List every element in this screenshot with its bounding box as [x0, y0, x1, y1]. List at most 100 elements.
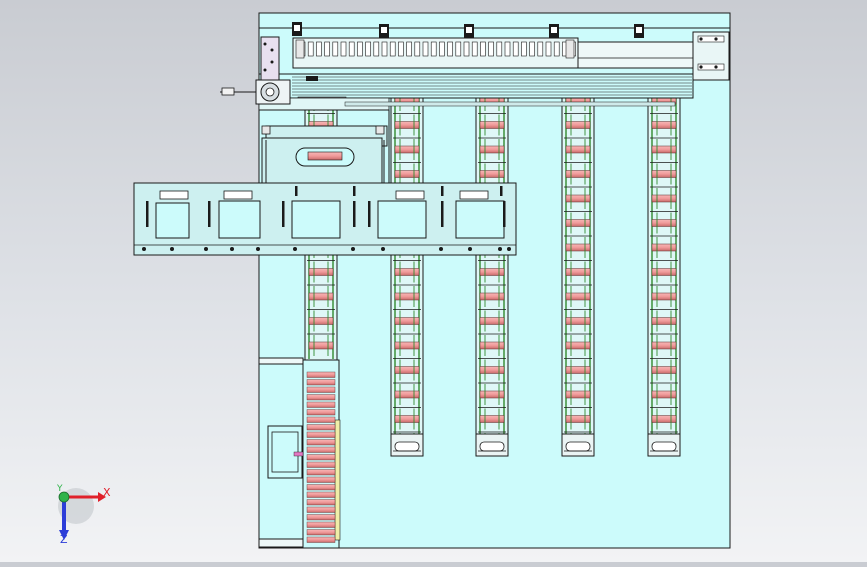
infeed-roller: [306, 476, 336, 483]
plate-slot: [295, 186, 298, 196]
roller: [565, 121, 591, 129]
infeed-roller: [306, 371, 336, 378]
rack-tooth: [316, 41, 322, 57]
rack-end: [295, 39, 305, 59]
roller: [651, 292, 677, 301]
sprocket-hub: [651, 441, 677, 452]
roller: [479, 292, 505, 301]
infeed-roller: [306, 431, 336, 438]
infeed-roller: [306, 446, 336, 453]
roller: [479, 145, 505, 154]
linear-module[interactable]: [258, 27, 731, 111]
gripper-plate[interactable]: [133, 182, 517, 256]
plate-bolt: [498, 247, 502, 251]
infeed-roller: [306, 491, 336, 498]
rack-tooth: [537, 41, 544, 57]
rack-tooth: [447, 41, 453, 57]
plate-slot: [353, 201, 356, 227]
roller: [651, 145, 677, 154]
plate-bolt: [439, 247, 443, 251]
infeed-roller: [306, 499, 336, 506]
roller: [394, 390, 420, 399]
roller: [565, 243, 591, 252]
roller: [565, 390, 591, 399]
roller: [651, 219, 677, 227]
roller: [479, 366, 505, 374]
rack-tooth: [340, 41, 347, 57]
assembly-drawing[interactable]: X Y Z: [0, 0, 867, 562]
sensor-window: [551, 27, 557, 33]
roller: [565, 415, 591, 423]
roller: [479, 317, 505, 325]
triad-z-label: Z: [60, 533, 68, 546]
plate-bolt: [468, 247, 472, 251]
plate-slot: [500, 186, 503, 196]
roller: [394, 121, 420, 129]
roller: [394, 415, 420, 423]
roller: [565, 341, 591, 350]
roller: [651, 170, 677, 178]
plate-bolt: [170, 247, 174, 251]
plate-bolt: [351, 247, 355, 251]
cad-viewport[interactable]: X Y Z: [0, 0, 867, 562]
rack-tooth: [373, 41, 380, 57]
roller: [308, 341, 334, 350]
infeed-roller: [306, 409, 336, 416]
roller: [394, 292, 420, 301]
rack-end: [565, 39, 575, 59]
infeed-rollers: [306, 371, 336, 543]
rack-tooth: [389, 41, 396, 57]
rack-tooth: [439, 41, 445, 57]
roller: [394, 170, 420, 178]
rack-tooth: [553, 41, 560, 57]
roller: [308, 268, 334, 276]
plate-slot: [208, 201, 211, 227]
rack-tooth: [422, 41, 429, 57]
plate-slot: [146, 201, 149, 227]
sensor-window: [466, 27, 472, 33]
roller: [394, 317, 420, 325]
roller: [308, 292, 334, 301]
plate-bolt: [204, 247, 208, 251]
infeed-roller: [306, 379, 336, 386]
rack-tooth: [521, 41, 527, 57]
plate-slot: [282, 201, 285, 227]
roller: [565, 292, 591, 301]
roller: [308, 317, 334, 325]
roller: [651, 341, 677, 350]
roller: [651, 415, 677, 423]
plate-slot: [368, 201, 371, 227]
infeed-roller: [306, 536, 336, 543]
roller: [651, 317, 677, 325]
roller: [651, 390, 677, 399]
rack-tooth: [324, 41, 330, 57]
rack-tooth: [455, 41, 462, 57]
roller: [651, 194, 677, 203]
rack-tooth: [398, 41, 404, 57]
roller: [565, 219, 591, 227]
roller: [651, 268, 677, 276]
rack-tooth: [365, 41, 371, 57]
roller: [651, 366, 677, 374]
view-triad[interactable]: X Y Z: [56, 484, 111, 546]
plate-slot: [353, 186, 356, 196]
rack-tooth: [488, 41, 494, 57]
infeed-roller: [306, 521, 336, 528]
roller: [479, 390, 505, 399]
roller: [565, 268, 591, 276]
infeed-roller: [306, 454, 336, 461]
rack-tooth: [512, 41, 519, 57]
plate-slot: [441, 186, 444, 196]
rack-tooth: [381, 41, 388, 57]
sensor-window: [381, 27, 387, 33]
plate-bolt: [381, 247, 385, 251]
roller: [479, 415, 505, 423]
module-rack: [295, 39, 576, 59]
plate-bolt: [256, 247, 260, 251]
infeed-roller: [306, 401, 336, 408]
plate-bolt: [293, 247, 297, 251]
infeed-roller: [306, 514, 336, 521]
infeed-roller: [306, 484, 336, 491]
rack-tooth: [406, 41, 412, 57]
servo-motor[interactable]: [220, 36, 291, 105]
